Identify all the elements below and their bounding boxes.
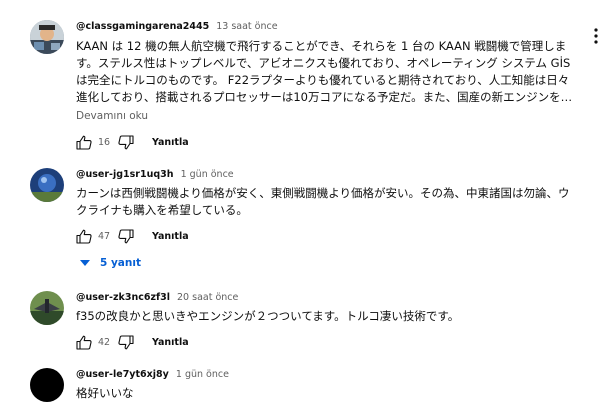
replies-count-label: 5 yanıt: [100, 257, 141, 269]
author-name[interactable]: @user-le7yt6xj8y: [76, 369, 169, 380]
thumbs-down-icon[interactable]: [118, 334, 134, 350]
avatar[interactable]: [30, 368, 64, 402]
thumbs-up-icon[interactable]: [76, 135, 92, 150]
comment-text: カーンは西側戦闘機より価格が安く、東側戦闘機より価格が安い。その為、中東諸国は勿…: [76, 185, 586, 219]
author-name[interactable]: @user-jg1sr1uq3h: [76, 169, 174, 180]
reply-button[interactable]: Yanıtla: [152, 231, 189, 242]
comment-actions: 47 Yanıtla: [76, 228, 189, 244]
comment-header: @classgamingarena2445 13 saat önce: [76, 21, 278, 33]
comment-line: は完全にトルコのものです。 F22ラプターよりも優れていると期待されており、人工…: [76, 73, 570, 87]
comment-line: 格好いいな: [76, 386, 134, 400]
comment-header: @user-le7yt6xj8y 1 gün önce: [76, 369, 229, 381]
comment-line: カーンは西側戦闘機より価格が安く、東側戦闘機より価格が安い。その為、中東諸国は勿…: [76, 186, 570, 200]
author-name[interactable]: @classgamingarena2445: [76, 21, 209, 32]
like-count: 47: [98, 230, 111, 242]
avatar[interactable]: [30, 168, 64, 202]
timestamp[interactable]: 1 gün önce: [176, 369, 229, 380]
thumbs-down-icon[interactable]: [118, 228, 134, 244]
comment-text: 格好いいな: [76, 385, 586, 402]
like-count: 16: [98, 136, 111, 148]
comment-header: @user-jg1sr1uq3h 1 gün önce: [76, 169, 234, 181]
thumbs-up-icon[interactable]: [76, 229, 92, 244]
thumbs-down-icon[interactable]: [118, 134, 134, 150]
avatar-image: [30, 20, 64, 54]
chevron-down-icon: [80, 260, 90, 266]
comment-line: 進化しており、搭載されるプロセッサーは10万コアになる予定だ。また、国産の新エン…: [76, 90, 573, 104]
avatar[interactable]: [30, 20, 64, 54]
reply-button[interactable]: Yanıtla: [152, 337, 189, 348]
timestamp[interactable]: 1 gün önce: [181, 169, 234, 180]
author-name[interactable]: @user-zk3nc6zf3l: [76, 292, 170, 303]
read-more-button[interactable]: Devamını oku: [76, 110, 148, 122]
thumbs-up-icon[interactable]: [76, 335, 92, 350]
comment-text: KAAN は 12 機の無人航空機で飛行することができ、それらを 1 台の KA…: [76, 38, 586, 106]
avatar-image: [30, 291, 64, 325]
comment-header: @user-zk3nc6zf3l 20 saat önce: [76, 292, 238, 304]
like-count: 42: [98, 336, 111, 348]
avatar-image: [30, 168, 64, 202]
comment-text: f35の改良かと思いきやエンジンが２つついてます。トルコ凄い技術です。: [76, 308, 586, 325]
comment-line: す。ステルス性はトップレベルで、アビオニクスも優れており、オペレーティング シス…: [76, 56, 571, 70]
comment-line: KAAN は 12 機の無人航空機で飛行することができ、それらを 1 台の KA…: [76, 39, 567, 53]
timestamp[interactable]: 13 saat önce: [216, 21, 277, 32]
timestamp[interactable]: 20 saat önce: [177, 292, 238, 303]
view-replies-button[interactable]: 5 yanıt: [80, 257, 141, 269]
comment-line: f35の改良かと思いきやエンジンが２つついてます。トルコ凄い技術です。: [76, 309, 460, 323]
comment-line: クライナも購入を希望している。: [76, 203, 248, 217]
reply-button[interactable]: Yanıtla: [152, 137, 189, 148]
comment-actions: 16 Yanıtla: [76, 134, 189, 150]
avatar[interactable]: [30, 291, 64, 325]
more-vert-icon[interactable]: [594, 28, 598, 48]
comment-actions: 42 Yanıtla: [76, 334, 189, 350]
